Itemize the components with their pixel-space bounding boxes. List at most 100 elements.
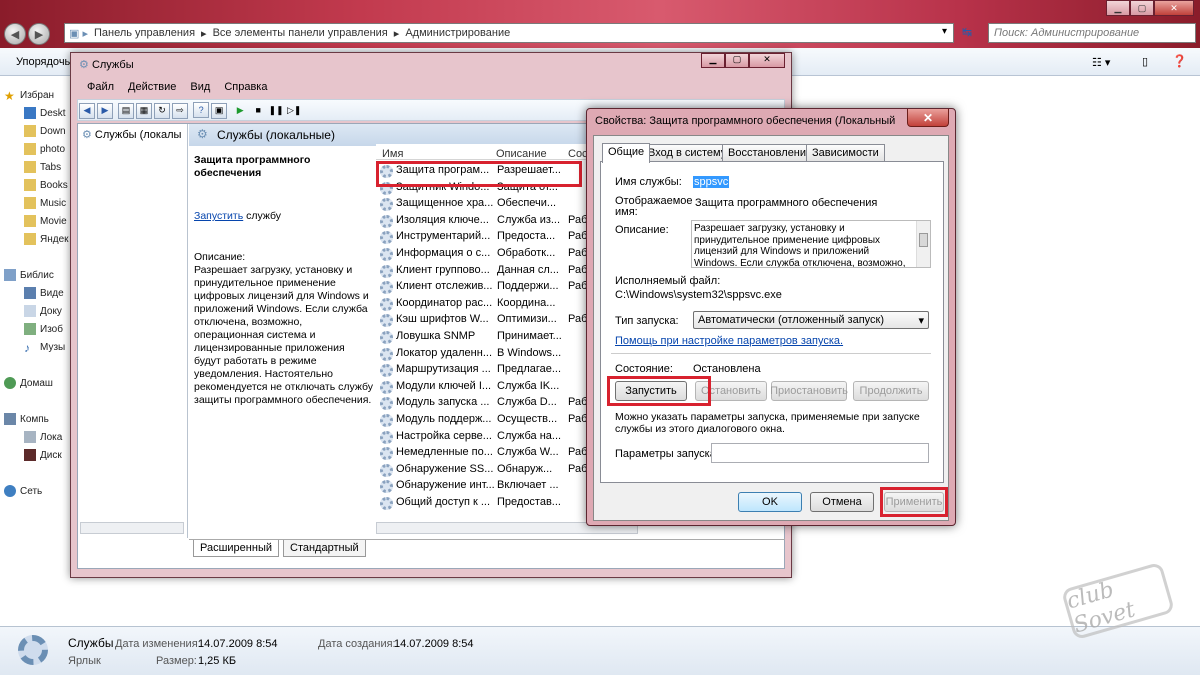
nav-item[interactable]: Виде	[24, 284, 72, 302]
tab-dependencies[interactable]: Зависимости	[806, 144, 885, 162]
help-icon[interactable]: ❓	[1172, 54, 1187, 68]
cancel-button[interactable]: Отмена	[810, 492, 874, 512]
nav-favorites[interactable]: ★ Избран	[4, 86, 72, 104]
folder-icon	[24, 125, 36, 137]
menu-action[interactable]: Действие	[128, 81, 176, 99]
details-name: Службы	[68, 636, 114, 650]
nav-network[interactable]: Сеть	[4, 482, 72, 500]
close-icon[interactable]: ✕	[749, 53, 785, 68]
service-gear-icon	[380, 463, 393, 477]
tab-general[interactable]: Общие	[602, 143, 651, 163]
start-service-suffix: службу	[243, 210, 282, 222]
startup-help-link[interactable]: Помощь при настройке параметров запуска.	[615, 335, 843, 347]
help-icon[interactable]: ?	[193, 102, 210, 118]
column-description[interactable]: Описание	[490, 144, 562, 160]
nav-item[interactable]: Яндек	[24, 230, 72, 248]
tree-hscrollbar[interactable]	[80, 522, 184, 534]
drive-icon	[24, 449, 36, 461]
ok-button[interactable]: OK	[738, 492, 802, 512]
close-icon[interactable]: ✕	[907, 109, 949, 127]
library-icon	[4, 269, 16, 281]
nav-homegroup[interactable]: Домаш	[4, 374, 72, 392]
show-tree-icon[interactable]: ▤	[118, 102, 135, 119]
cell-name: Модули ключей I...	[396, 379, 492, 392]
tree-item-services[interactable]: ⚙ Службы (локалы	[82, 128, 183, 142]
chevron-right-icon: ▸	[201, 27, 207, 40]
computer-icon	[4, 413, 16, 425]
nav-item[interactable]: Movie	[24, 212, 72, 230]
dropdown-arrow-icon[interactable]: ▾	[942, 26, 947, 37]
console-icon[interactable]: ▣	[211, 102, 228, 119]
startup-type-select[interactable]: Автоматически (отложенный запуск) ▾	[693, 311, 929, 329]
service-gear-icon	[380, 347, 393, 361]
back-icon[interactable]: ◀	[79, 102, 95, 119]
nav-item[interactable]: Изоб	[24, 320, 72, 338]
tab-recovery[interactable]: Восстановление	[722, 144, 819, 162]
refresh-icon[interactable]: ↻	[154, 102, 171, 119]
nav-item[interactable]: Лока	[24, 428, 72, 446]
drive-icon	[24, 431, 36, 443]
nav-item[interactable]: Music	[24, 194, 72, 212]
cell-description: Поддержи...	[497, 280, 559, 293]
back-icon[interactable]: ◀	[4, 23, 26, 45]
nav-item[interactable]: Tabs	[24, 158, 72, 176]
preview-pane-icon[interactable]: ▯	[1142, 55, 1148, 68]
cell-name: Обнаружение инт...	[396, 479, 495, 492]
resume-button[interactable]: Продолжить	[853, 381, 929, 401]
nav-item[interactable]: Доку	[24, 302, 72, 320]
view-icon[interactable]: ☷ ▾	[1092, 56, 1110, 69]
service-name-value: sppsvc	[693, 176, 730, 188]
breadcrumb-item[interactable]: Администрирование	[405, 27, 510, 39]
star-icon: ★	[4, 89, 15, 103]
extended-description: Защита программного обеспечения Запустит…	[194, 154, 374, 454]
minimize-icon[interactable]: ▁	[1106, 0, 1130, 16]
export-icon[interactable]: ⇨	[172, 102, 189, 119]
menu-help[interactable]: Справка	[224, 81, 267, 99]
dialog-title: Свойства: Защита программного обеспечени…	[595, 115, 895, 127]
nav-item[interactable]: ♪ Музы	[24, 338, 72, 356]
start-service-link[interactable]: Запустить	[194, 210, 243, 222]
breadcrumb-item[interactable]: Панель управления	[94, 27, 195, 39]
menu-view[interactable]: Вид	[190, 81, 210, 99]
menu-file[interactable]: Файл	[87, 81, 114, 99]
address-bar[interactable]: ▣ ▸ Панель управления ▸ Все элементы пане…	[64, 23, 954, 43]
maximize-icon[interactable]: ▢	[1130, 0, 1154, 16]
highlight-box	[607, 376, 711, 406]
search-input[interactable]: Поиск: Администрирование	[988, 23, 1196, 43]
play-icon[interactable]: ▶	[232, 103, 248, 119]
organize-menu[interactable]: Упорядочь	[16, 56, 70, 68]
close-icon[interactable]: ✕	[1154, 0, 1194, 16]
nav-computer[interactable]: Компь	[4, 410, 72, 428]
restart-icon[interactable]: ▷❚	[286, 103, 302, 119]
tab-standard[interactable]: Стандартный	[283, 540, 366, 557]
folder-icon	[24, 233, 36, 245]
refresh-icon[interactable]: ↹	[962, 25, 972, 39]
services-gear-icon: ⚙	[197, 127, 208, 141]
start-params-input[interactable]	[711, 443, 929, 463]
pause-button[interactable]: Приостановить	[770, 381, 848, 401]
properties-icon[interactable]: ▦	[136, 102, 153, 119]
services-gear-icon: ⚙	[82, 129, 92, 141]
description-scrollbar[interactable]	[916, 221, 930, 267]
pause-icon[interactable]: ❚❚	[268, 103, 284, 119]
nav-libraries[interactable]: Библис	[4, 266, 72, 284]
nav-item[interactable]: Books	[24, 176, 72, 194]
stop-icon[interactable]: ■	[250, 102, 266, 118]
column-name[interactable]: Имя	[376, 144, 490, 160]
breadcrumb-item[interactable]: Все элементы панели управления	[213, 27, 388, 39]
service-gear-icon	[380, 430, 393, 444]
minimize-icon[interactable]: ▁	[701, 53, 725, 68]
nav-item[interactable]: photo	[24, 140, 72, 158]
forward-icon[interactable]: ▶	[97, 102, 113, 119]
nav-item[interactable]: Down	[24, 122, 72, 140]
created-value: 14.07.2009 8:54	[394, 638, 474, 650]
forward-icon[interactable]: ▶	[28, 23, 50, 45]
tab-logon[interactable]: Вход в систему	[642, 144, 733, 162]
description-box[interactable]: Разрешает загрузку, установку и принудит…	[691, 220, 931, 268]
nav-item[interactable]: Диск	[24, 446, 72, 464]
maximize-icon[interactable]: ▢	[725, 53, 749, 68]
tab-extended[interactable]: Расширенный	[193, 540, 279, 557]
state-value: Остановлена	[693, 363, 761, 375]
image-icon	[24, 323, 36, 335]
nav-item[interactable]: Deskt	[24, 104, 72, 122]
